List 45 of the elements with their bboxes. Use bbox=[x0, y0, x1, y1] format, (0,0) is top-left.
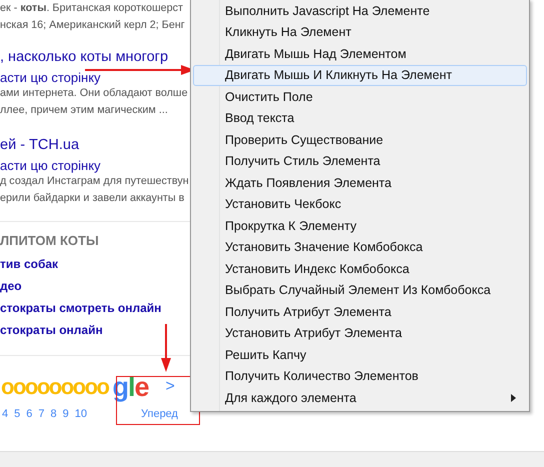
menu-item[interactable]: Проверить Существование bbox=[193, 129, 527, 150]
menu-item[interactable]: Выполнить Javascript На Элементе bbox=[193, 0, 527, 22]
menu-item[interactable]: Ждать Появления Элемента bbox=[193, 172, 527, 194]
page-number-link[interactable]: 9 bbox=[62, 405, 69, 423]
result-title-link[interactable]: ей - TCH.ua bbox=[0, 136, 80, 154]
translate-link[interactable]: асти цю сторінку bbox=[0, 158, 101, 173]
menu-item[interactable]: Установить Атрибут Элемента bbox=[193, 322, 527, 344]
menu-item[interactable]: Установить Чекбокс bbox=[193, 194, 527, 215]
menu-item[interactable]: Для каждого элемента bbox=[193, 387, 527, 408]
logo-text: ooooooooo bbox=[1, 373, 108, 401]
page-number-link[interactable]: 10 bbox=[74, 405, 87, 423]
page-number-link[interactable]: 6 bbox=[26, 405, 32, 423]
related-heading: ЛПИТОМ КОТЫ bbox=[0, 233, 99, 249]
result-snippet: ерили байдарки и завели аккаунты в bbox=[0, 191, 184, 206]
menu-item[interactable]: Выбрать Случайный Элемент Из Комбобокса bbox=[193, 280, 527, 301]
menu-item[interactable]: Двигать Мышь И Кликнуть На Элемент bbox=[193, 64, 527, 86]
result-snippet: д создал Инстаграм для путешествун bbox=[0, 174, 189, 189]
next-page-link[interactable]: Уперед bbox=[141, 402, 178, 426]
menu-item[interactable]: Очистить Поле bbox=[193, 86, 527, 108]
menu-item[interactable]: Ввод текста bbox=[193, 108, 527, 129]
related-search-link[interactable]: стократы смотреть онлайн bbox=[0, 297, 162, 319]
menu-item[interactable]: Прокрутка К Элементу bbox=[193, 215, 527, 236]
menu-item[interactable]: Решить Капчу bbox=[193, 344, 527, 366]
menu-item[interactable]: Получить Количество Элементов bbox=[193, 366, 527, 387]
result-snippet: ек - коты. Британская короткошерст bbox=[0, 1, 183, 16]
menu-item[interactable]: Кликнуть На Элемент bbox=[193, 22, 527, 43]
related-search-link[interactable]: део bbox=[0, 275, 22, 297]
menu-item[interactable]: Установить Индекс Комбобокса bbox=[193, 258, 527, 280]
related-search-link[interactable]: стократы онлайн bbox=[0, 319, 103, 341]
next-chevron[interactable]: > bbox=[166, 377, 175, 397]
page-number-link[interactable]: 4 bbox=[2, 405, 8, 423]
related-search-link[interactable]: тив собак bbox=[0, 253, 58, 275]
page-number-link[interactable]: 7 bbox=[38, 405, 44, 423]
page-number-link[interactable]: 8 bbox=[50, 405, 57, 423]
translate-link[interactable]: асти цю сторінку bbox=[0, 70, 101, 85]
page-number-link[interactable]: 5 bbox=[14, 405, 20, 423]
annotation-arrow bbox=[161, 324, 171, 372]
menu-item[interactable]: Двигать Мышь Над Элементом bbox=[193, 43, 527, 64]
result-snippet: ами интернета. Они обладают волше bbox=[0, 86, 188, 101]
menu-item[interactable]: Получить Стиль Элемента bbox=[193, 150, 527, 172]
result-snippet: ллее, причем этим магическим ... bbox=[0, 103, 168, 118]
menu-item[interactable]: Установить Значение Комбобокса bbox=[193, 236, 527, 258]
menu-item[interactable]: Получить Атрибут Элемента bbox=[193, 301, 527, 322]
result-title-link[interactable]: , насколько коты многогр bbox=[0, 48, 168, 66]
result-snippet: нская 16; Американский керл 2; Бенг bbox=[0, 18, 185, 33]
